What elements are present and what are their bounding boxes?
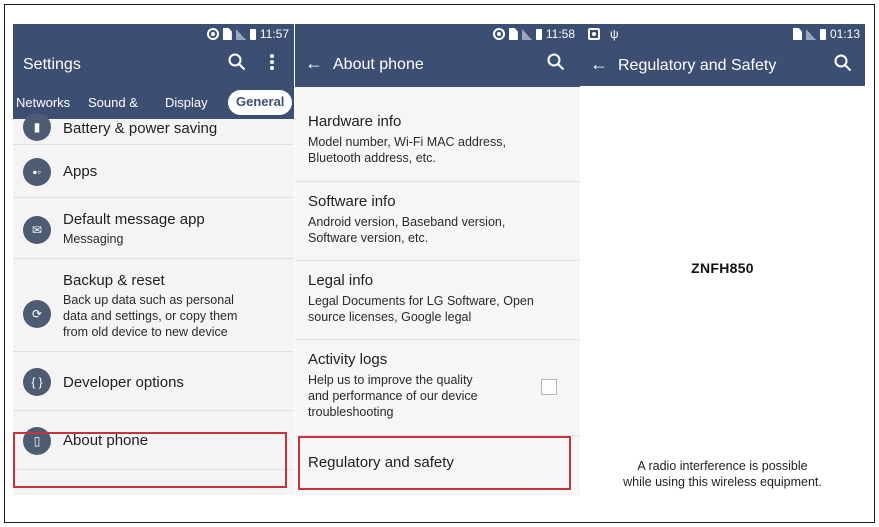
more-options-icon[interactable] (269, 53, 275, 76)
tab-general[interactable]: General (228, 90, 293, 115)
item-subtitle: Messaging (63, 232, 124, 246)
app-bar: ← Regulatory and Safety (580, 46, 865, 86)
activity-logs-checkbox[interactable] (541, 379, 557, 395)
list-item-legal-info[interactable]: Legal info Legal Documents for LG Softwa… (295, 262, 580, 340)
status-bar: ψ 01:13 (580, 24, 865, 46)
settings-tabs: Networks Sound & Display General (13, 87, 294, 119)
item-title: Activity logs (308, 351, 388, 368)
page-title: Settings (23, 56, 81, 73)
backup-icon: ⟳ (23, 300, 51, 328)
sync-icon (492, 28, 505, 40)
list-item-apps[interactable]: ▪◦ Apps (13, 146, 294, 198)
notice-line: while using this wireless equipment. (623, 475, 822, 489)
item-subtitle-line: from old device to new device (63, 325, 228, 339)
battery-icon (535, 28, 542, 40)
status-time: 11:58 (545, 27, 575, 41)
item-title: Battery & power saving (63, 120, 218, 137)
app-bar: ← About phone (295, 45, 580, 87)
signal-icon (805, 28, 816, 40)
screenshot-icon (588, 28, 600, 40)
item-title: Software info (308, 193, 396, 210)
item-subtitle-line: Bluetooth address, etc. (308, 151, 436, 165)
status-bar: 11:57 (13, 24, 294, 45)
list-item-developer-options[interactable]: { } Developer options (13, 353, 294, 411)
item-title: Legal info (308, 272, 374, 289)
search-icon[interactable] (834, 54, 852, 77)
sync-icon (206, 28, 219, 40)
list-item-software-info[interactable]: Software info Android version, Baseband … (295, 183, 580, 261)
message-icon: ✉ (23, 216, 51, 244)
interference-notice: A radio interference is possible while u… (580, 458, 865, 490)
back-arrow-icon[interactable]: ← (590, 54, 608, 75)
status-time: 11:57 (259, 27, 289, 41)
battery-icon (249, 28, 256, 40)
search-icon[interactable] (547, 53, 565, 76)
item-title: Backup & reset (63, 272, 165, 289)
list-item-backup-reset[interactable]: ⟳ Backup & reset Back up data such as pe… (13, 260, 294, 352)
no-sim-icon (508, 28, 518, 40)
notice-line: A radio interference is possible (637, 459, 808, 473)
search-icon[interactable] (228, 53, 246, 76)
highlight-regulatory-safety (298, 436, 571, 490)
list-item-battery[interactable]: ▮ Battery & power saving (13, 113, 294, 145)
status-time: 01:13 (829, 27, 860, 41)
list-item-default-message-app[interactable]: ✉ Default message app Messaging (13, 199, 294, 259)
item-subtitle-line: Model number, Wi-Fi MAC address, (308, 135, 506, 149)
no-sim-icon (222, 28, 232, 40)
settings-screen: 11:57 Settings Networks Sound & Display … (13, 24, 294, 495)
signal-icon (521, 28, 532, 40)
item-title: Default message app (63, 211, 205, 228)
item-title: Hardware info (308, 113, 402, 130)
item-subtitle-line: Help us to improve the quality (308, 373, 473, 387)
no-sim-icon (792, 28, 802, 40)
tab-sound[interactable]: Sound & (88, 95, 138, 110)
item-subtitle-line: and performance of our device (308, 389, 478, 403)
model-number: ZNFH850 (691, 260, 754, 276)
item-subtitle-line: Software version, etc. (308, 231, 429, 245)
regulatory-screen: ψ 01:13 ← Regulatory and Safety ZNFH850 … (580, 24, 865, 495)
item-subtitle-line: source licenses, Google legal (308, 310, 472, 324)
page-title: About phone (333, 56, 424, 73)
item-title: Developer options (63, 374, 184, 391)
signal-icon (235, 28, 246, 40)
back-arrow-icon[interactable]: ← (305, 53, 323, 74)
highlight-about-phone (13, 432, 287, 488)
status-bar: 11:58 (295, 24, 580, 45)
app-bar: Settings (13, 45, 294, 87)
item-subtitle-line: data and settings, or copy them (63, 309, 238, 323)
tab-display[interactable]: Display (165, 95, 208, 110)
list-item-activity-logs[interactable]: Activity logs Help us to improve the qua… (295, 341, 580, 436)
page-title: Regulatory and Safety (618, 57, 777, 74)
item-subtitle-line: Legal Documents for LG Software, Open (308, 294, 534, 308)
usb-icon: ψ (610, 27, 619, 41)
item-title: Apps (63, 163, 98, 180)
battery-icon: ▮ (23, 113, 51, 141)
tab-networks[interactable]: Networks (16, 95, 70, 110)
apps-icon: ▪◦ (23, 158, 51, 186)
item-subtitle-line: Android version, Baseband version, (308, 215, 506, 229)
battery-icon (819, 28, 826, 40)
developer-icon: { } (23, 368, 51, 396)
item-subtitle-line: troubleshooting (308, 405, 394, 419)
about-phone-screen: 11:58 ← About phone Hardware info Model … (295, 24, 580, 495)
item-subtitle-line: Back up data such as personal (63, 293, 234, 307)
list-item-hardware-info[interactable]: Hardware info Model number, Wi-Fi MAC ad… (295, 87, 580, 182)
